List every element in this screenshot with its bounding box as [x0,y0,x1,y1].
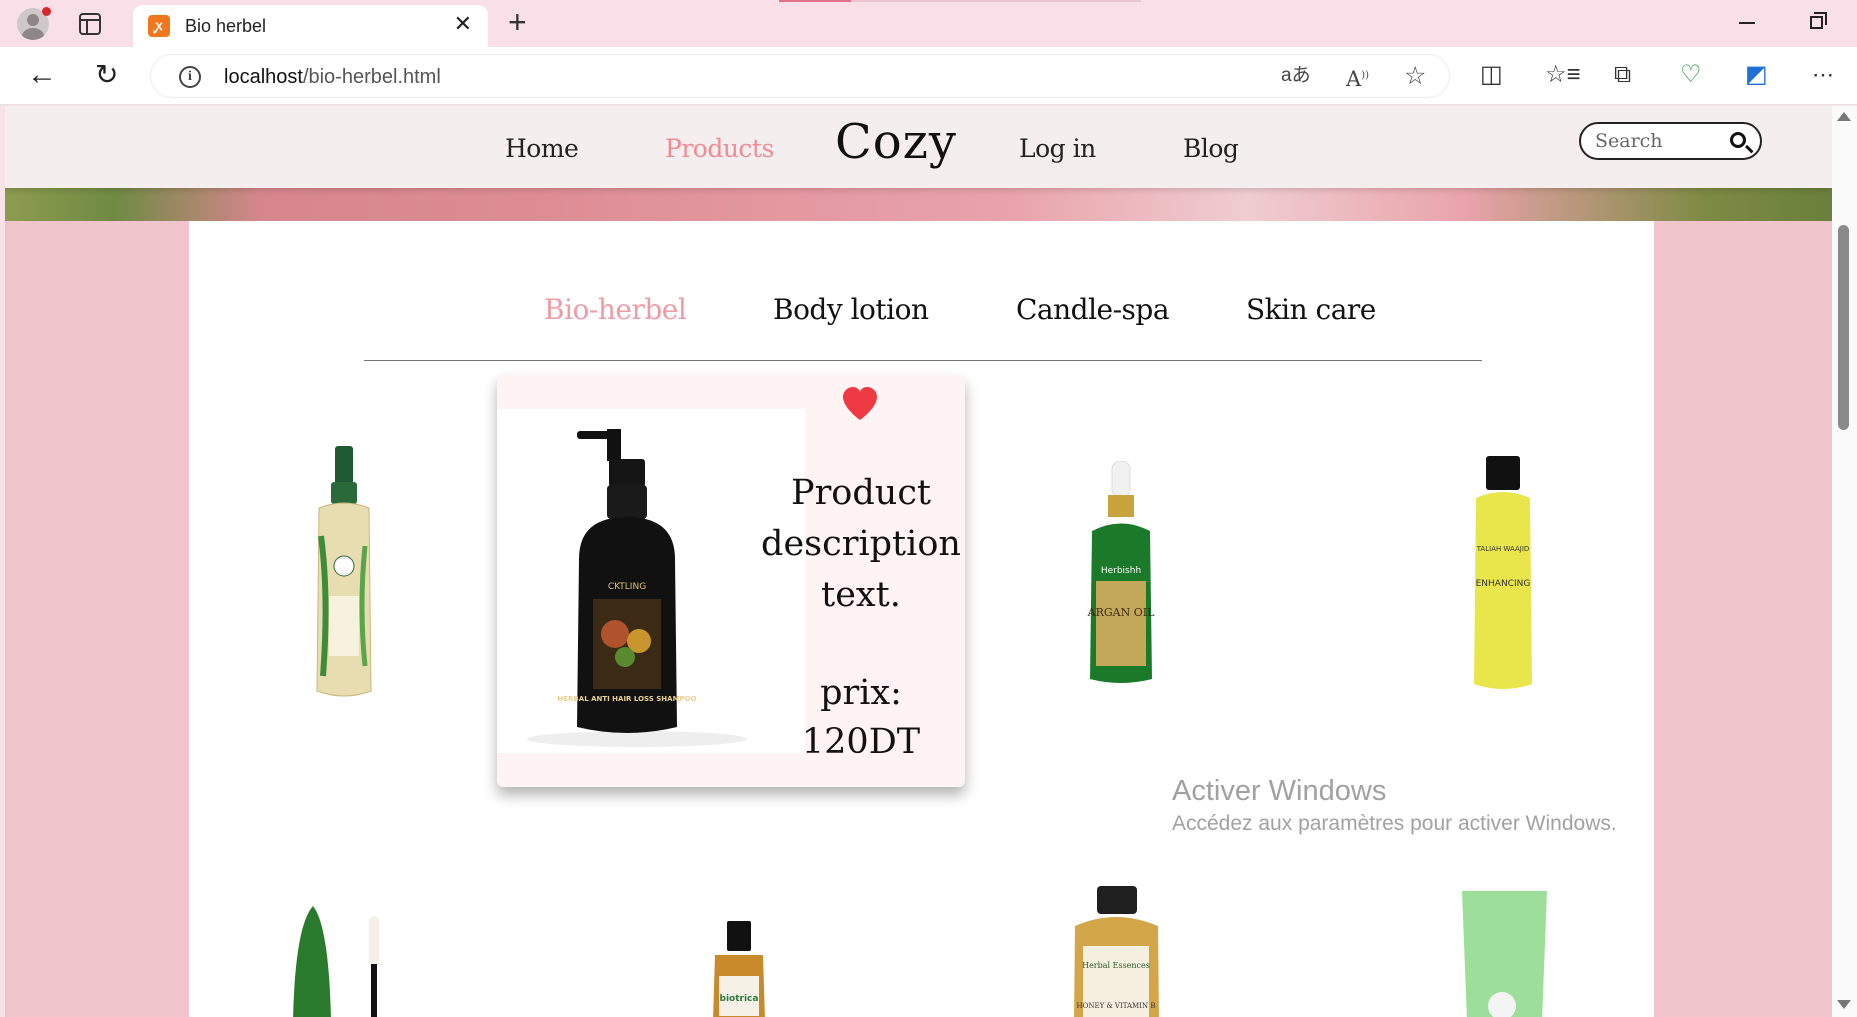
watermark-line2: Accédez aux paramètres pour activer Wind… [1172,812,1617,835]
product-image-biotrica[interactable]: biotrica [709,921,769,1017]
close-tab-icon[interactable]: ✕ [454,13,472,35]
herbal-essences-bottle-icon: Herbal Essences HONEY & VITAMIN B [1074,886,1159,1017]
restore-window-icon[interactable] [1810,12,1827,29]
collections-icon[interactable]: ⧉ [1614,63,1631,87]
product-price: prix: 120DT [761,669,961,767]
products-content-panel: Bio-herbel Body lotion Candle-spa Skin c… [189,221,1654,1017]
url-host: localhost [224,66,303,88]
product-image-herbal-spray[interactable] [309,446,379,701]
edge-copilot-icon[interactable]: ◩ [1745,63,1768,87]
favorite-star-icon[interactable]: ☆ [1404,64,1426,89]
windows-activation-watermark: Activer Windows Accédez aux paramètres p… [1172,775,1617,836]
taliah-label-text: ENHANCING [1476,579,1531,589]
argan-oil-bottle-icon: Herbishh ARGAN OIL [1087,460,1155,683]
more-options-icon[interactable]: ⋯ [1812,63,1834,87]
shampoo-bottle-icon: CKTLING HERBAL ANTI HAIR LOSS SHAMPOO [527,429,747,747]
new-tab-icon[interactable]: + [508,6,527,38]
argan-brand-text: Herbishh [1101,566,1141,576]
url-text[interactable]: localhost/bio-herbel.html [224,66,441,89]
herbal-essences-text: Herbal Essences [1082,961,1150,970]
translate-icon[interactable]: aあ [1281,65,1311,87]
biotrica-bottle-icon: biotrica [713,921,765,1017]
watermark-line1: Activer Windows [1172,775,1387,807]
browser-tab-bar: ꭙ Bio herbel ✕ + [0,0,1857,47]
nav-login-link[interactable]: Log in [1019,134,1096,163]
hero-banner-image [5,186,1832,221]
product-image-green-brush[interactable] [285,886,385,1017]
tab-strip-accent-light [851,0,1141,2]
read-aloud-icon[interactable]: A)) [1346,65,1369,90]
shampoo-label-text: HERBAL ANTI HAIR LOSS SHAMPOO [557,695,696,703]
honey-label-text: HONEY & VITAMIN B [1077,1002,1156,1010]
featured-product-card[interactable]: CKTLING HERBAL ANTI HAIR LOSS SHAMPOO Pr… [497,375,965,787]
site-info-icon[interactable]: i [179,66,201,88]
minimize-window-icon[interactable] [1739,22,1755,24]
price-label: prix: [820,673,902,713]
scroll-down-arrow-icon[interactable] [1837,1000,1851,1009]
category-tab-body-lotion[interactable]: Body lotion [773,293,929,326]
product-image-taliah-waajid[interactable]: TALIAH WAAJID ENHANCING [1472,456,1534,696]
category-tab-candle-spa[interactable]: Candle-spa [1016,293,1170,326]
product-description: Product description text. [761,473,961,615]
scrollbar-thumb[interactable] [1838,225,1849,430]
back-arrow-icon[interactable]: ← [27,60,57,90]
shampoo-brand-text: CKTLING [608,582,646,592]
herbal-spray-bottle-icon [316,446,372,697]
product-image-herbal-essences-honey[interactable]: Herbal Essences HONEY & VITAMIN B [1069,886,1164,1017]
browser-essentials-icon[interactable]: ♡ [1680,63,1702,87]
tab-strip-accent [779,0,851,2]
tab-actions-icon[interactable] [79,13,101,35]
search-box [1579,122,1762,160]
green-tube-icon [1462,891,1547,1017]
favorites-list-icon[interactable]: ☆≡ [1545,63,1581,87]
browser-tab-active[interactable]: ꭙ Bio herbel ✕ [133,5,488,47]
refresh-icon[interactable]: ↻ [95,60,118,90]
brand-logo[interactable]: Cozy [835,114,957,170]
taliah-bottle-icon: TALIAH WAAJID ENHANCING [1474,456,1532,689]
argan-label-text: ARGAN OIL [1087,606,1155,619]
split-screen-icon[interactable]: ◫ [1480,63,1503,87]
category-divider [364,360,1482,361]
green-brush-icon [293,906,379,1017]
biotrica-label-text: biotrica [720,994,759,1004]
address-bar[interactable]: i localhost/bio-herbel.html aあ A)) ☆ [150,54,1450,98]
price-value: 120DT [801,722,921,762]
profile-notification-dot [42,7,51,16]
search-icon[interactable] [1730,132,1746,148]
product-image-argan-oil[interactable]: Herbishh ARGAN OIL [1082,460,1160,696]
shampoo-bottle-image: CKTLING HERBAL ANTI HAIR LOSS SHAMPOO [497,409,805,753]
scroll-up-arrow-icon[interactable] [1837,112,1851,121]
category-tab-bio-herbel[interactable]: Bio-herbel [544,293,687,326]
browser-toolbar: ← ↻ i localhost/bio-herbel.html aあ A)) ☆… [0,47,1857,105]
xampp-icon: ꭙ [148,15,170,37]
nav-products-link[interactable]: Products [665,134,774,163]
search-input[interactable] [1595,130,1715,152]
heart-icon[interactable] [842,387,878,421]
product-image-green-tube[interactable] [1462,891,1547,1017]
nav-blog-link[interactable]: Blog [1183,134,1239,163]
page-viewport: Home Products Cozy Log in Blog Bio-herbe… [5,106,1832,1017]
tab-title: Bio herbel [185,16,267,36]
category-tab-skin-care[interactable]: Skin care [1246,293,1376,326]
site-navbar: Home Products Cozy Log in Blog [5,106,1832,188]
taliah-brand-text: TALIAH WAAJID [1476,545,1530,553]
nav-home-link[interactable]: Home [505,134,579,163]
url-path: /bio-herbel.html [302,66,441,88]
